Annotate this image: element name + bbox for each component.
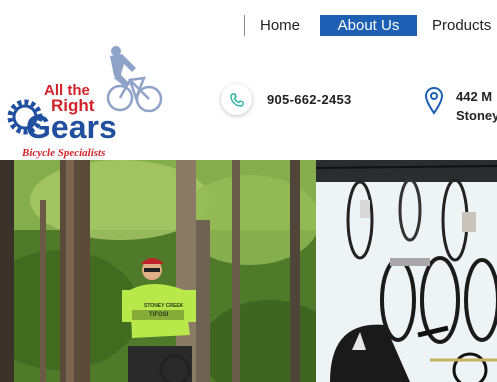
site-logo[interactable]: All the Right Gears Bicycle Specialists bbox=[4, 42, 166, 160]
nav-divider bbox=[244, 15, 245, 36]
nav-item-home[interactable]: Home bbox=[260, 15, 300, 36]
logo-line-3: Gears bbox=[26, 109, 117, 145]
address-line-2[interactable]: Stoney bbox=[456, 108, 497, 123]
nav-item-products[interactable]: Products bbox=[432, 15, 491, 36]
address-line-1[interactable]: 442 M bbox=[456, 89, 492, 104]
cyclist-logo-icon bbox=[106, 76, 163, 113]
hero-gallery: STONEY CREEK TIFOSI bbox=[0, 160, 497, 382]
logo-tagline: Bicycle Specialists bbox=[21, 147, 105, 159]
phone-number[interactable]: 905-662-2453 bbox=[267, 92, 352, 107]
nav-item-about-us[interactable]: About Us bbox=[320, 15, 417, 36]
phone-icon[interactable] bbox=[221, 84, 252, 115]
bike-shop-photo[interactable] bbox=[315, 160, 497, 382]
location-pin-icon bbox=[424, 86, 444, 121]
jersey-text-2: TIFOSI bbox=[149, 312, 169, 318]
mountain-biker-photo[interactable]: STONEY CREEK TIFOSI bbox=[0, 160, 340, 382]
jersey-text-1: STONEY CREEK bbox=[144, 303, 184, 309]
